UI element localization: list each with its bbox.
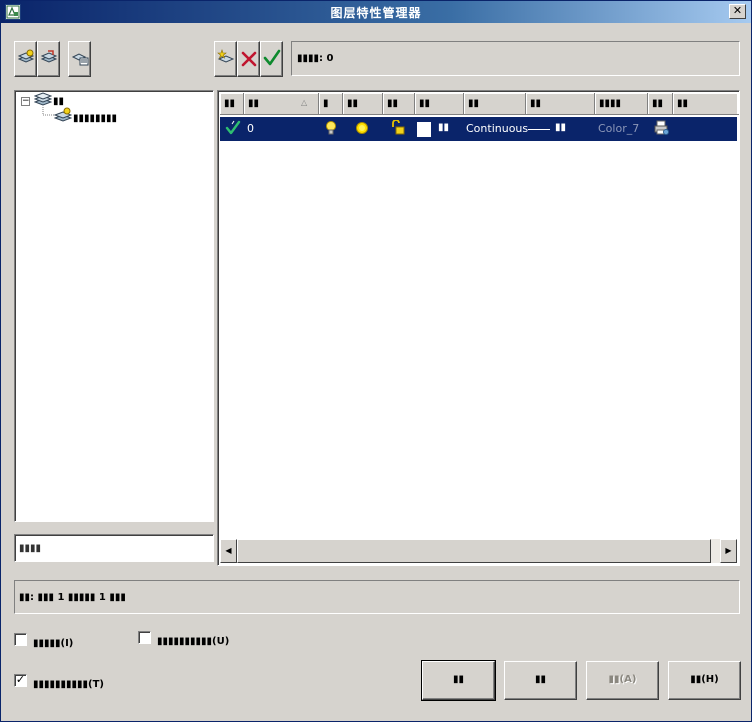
scroll-thumb[interactable]: [237, 539, 711, 563]
table-row[interactable]: 0 ▮▮ Continuous ▮▮ Color_7: [220, 117, 737, 141]
layer-color-label: ▮▮: [438, 122, 450, 133]
tree-item-all[interactable]: ▮▮: [53, 96, 64, 107]
new-property-filter-button[interactable]: [14, 41, 37, 77]
layer-summary-text: ▮▮: ▮▮▮ 1 ▮▮▮▮▮ 1 ▮▮▮: [19, 592, 126, 603]
color-swatch[interactable]: [417, 122, 431, 137]
invert-filter-checkbox[interactable]: [14, 633, 27, 646]
delete-layer-icon: [240, 50, 258, 71]
delete-layer-button[interactable]: [237, 41, 260, 77]
sun-thawed-icon[interactable]: [354, 117, 370, 141]
layer-summary-bar: ▮▮: ▮▮▮ 1 ▮▮▮▮▮ 1 ▮▮▮: [14, 580, 740, 614]
current-layer-check-icon: [225, 117, 241, 141]
cancel-button[interactable]: ▮▮: [504, 661, 577, 700]
tree-expander[interactable]: −: [21, 97, 30, 106]
column-on[interactable]: ▮: [319, 93, 343, 115]
column-plot[interactable]: ▮▮: [648, 93, 673, 115]
column-status[interactable]: ▮▮: [220, 93, 244, 115]
new-property-filter-icon: [17, 49, 35, 70]
column-freeze[interactable]: ▮▮: [343, 93, 383, 115]
filter-tree[interactable]: − ▮▮ ▮▮▮▮▮▮▮▮: [14, 90, 214, 522]
window-title: 图层特性管理器: [330, 6, 422, 20]
apply-to-toolbar-label[interactable]: ▮▮▮▮▮▮▮▮▮▮(U): [157, 636, 229, 647]
current-layer-text: ▮▮▮▮: 0: [297, 53, 334, 64]
help-button[interactable]: ▮▮(H): [668, 661, 741, 700]
new-group-filter-button[interactable]: [37, 41, 60, 77]
scroll-left-button[interactable]: ◀: [220, 539, 237, 563]
layer-list[interactable]: ▮▮ ▮▮ △ ▮ ▮▮ ▮▮ ▮▮ ▮▮ ▮▮ ▮▮▮▮ ▮▮ ▮▮ 0 ▮▮…: [217, 90, 740, 566]
column-linetype[interactable]: ▮▮: [464, 93, 526, 115]
ok-button[interactable]: ▮▮: [421, 660, 496, 701]
layer-properties-dialog: 图层特性管理器 ✕ ▮▮▮▮: 0 − ▮▮ ▮▮▮▮▮▮▮▮ ▮▮▮▮ ▮▮ …: [0, 0, 752, 722]
invert-filter-label[interactable]: ▮▮▮▮▮(I): [33, 638, 73, 649]
horizontal-scrollbar[interactable]: ◀ ▶: [220, 539, 737, 563]
apply-to-toolbar-checkbox[interactable]: [138, 631, 151, 644]
layer-states-manager-icon: [71, 49, 89, 70]
layer-name[interactable]: 0: [247, 117, 254, 141]
search-filter-text: ▮▮▮▮: [19, 543, 42, 554]
layer-plot-style: Color_7: [598, 122, 640, 135]
layer-states-manager-button[interactable]: [68, 41, 91, 77]
sort-ascending-icon: △: [301, 98, 308, 107]
column-lineweight[interactable]: ▮▮: [526, 93, 595, 115]
layer-lineweight[interactable]: ▮▮: [555, 117, 566, 141]
used-layers-filter-icon: [53, 107, 73, 126]
column-name-label: ▮▮: [248, 98, 260, 109]
set-current-icon: [263, 49, 281, 70]
layer-linetype[interactable]: Continuous: [466, 117, 528, 141]
search-filter-input[interactable]: ▮▮▮▮: [14, 534, 214, 562]
lightbulb-on-icon[interactable]: [324, 117, 338, 141]
title-bar[interactable]: 图层特性管理器 ✕: [1, 1, 751, 23]
tree-item-used-layers[interactable]: ▮▮▮▮▮▮▮▮: [73, 113, 117, 124]
unlocked-padlock-icon[interactable]: [390, 117, 406, 141]
set-current-button[interactable]: [260, 41, 283, 77]
column-color[interactable]: ▮▮: [415, 93, 464, 115]
current-layer-status: ▮▮▮▮: 0: [291, 41, 740, 76]
column-lock[interactable]: ▮▮: [383, 93, 415, 115]
show-used-layers-checkbox[interactable]: ✓: [14, 674, 27, 687]
lineweight-sample: [528, 129, 550, 130]
new-group-filter-icon: [40, 49, 58, 70]
layer-list-header: ▮▮ ▮▮ △ ▮ ▮▮ ▮▮ ▮▮ ▮▮ ▮▮ ▮▮▮▮ ▮▮ ▮▮: [220, 93, 739, 115]
column-plot-style[interactable]: ▮▮▮▮: [595, 93, 648, 115]
column-description[interactable]: ▮▮: [673, 93, 739, 115]
column-name[interactable]: ▮▮ △: [244, 93, 319, 115]
new-layer-icon: [217, 49, 235, 70]
show-used-layers-label[interactable]: ▮▮▮▮▮▮▮▮▮▮(T): [33, 679, 104, 690]
close-button[interactable]: ✕: [729, 4, 746, 19]
apply-button[interactable]: ▮▮(A): [586, 661, 659, 700]
scroll-right-button[interactable]: ▶: [720, 539, 737, 563]
printer-icon[interactable]: [654, 117, 670, 141]
new-layer-button[interactable]: [214, 41, 237, 77]
